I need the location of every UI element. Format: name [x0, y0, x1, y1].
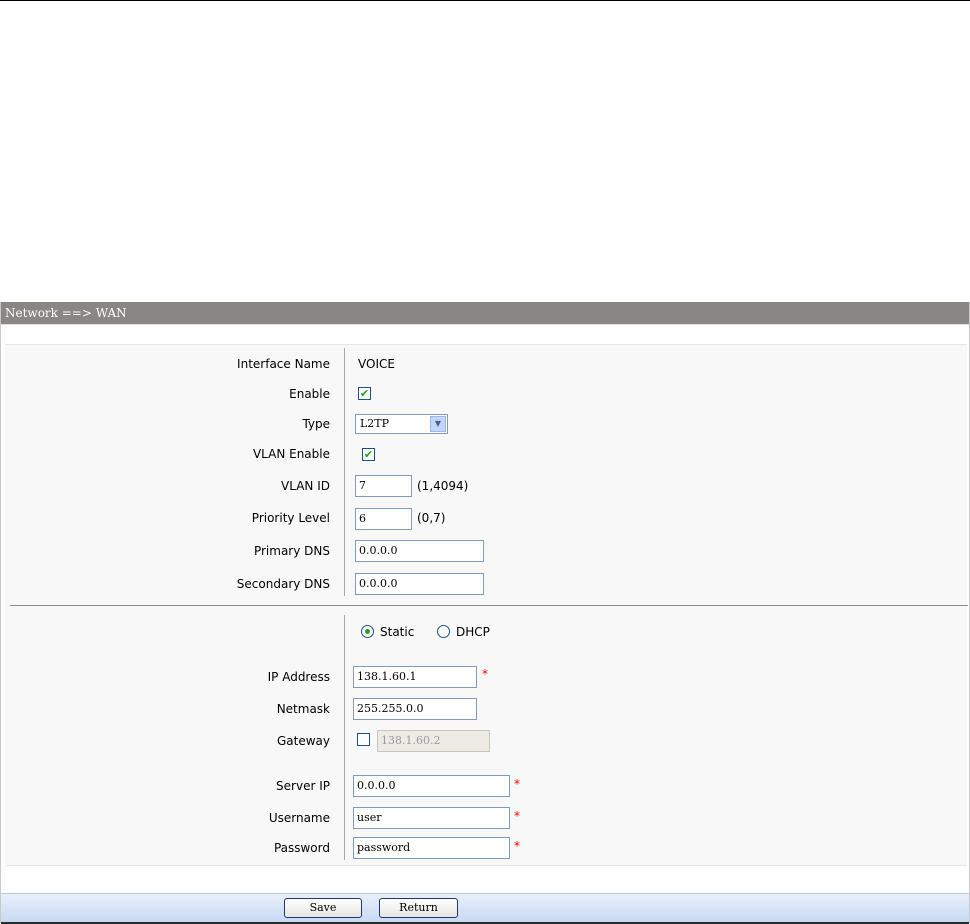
dhcp-label: DHCP: [456, 625, 490, 639]
required-mark: *: [482, 667, 488, 681]
ip-address-label: IP Address: [267, 670, 330, 684]
chevron-down-icon[interactable]: ▼: [430, 416, 446, 432]
priority-level-input[interactable]: 6: [355, 508, 412, 530]
top-rule: [0, 0, 970, 1]
column-divider-bottom: [344, 615, 345, 860]
username-label: Username: [268, 811, 330, 825]
required-mark: *: [514, 809, 520, 823]
type-select[interactable]: L2TP ▼: [355, 414, 448, 434]
dhcp-radio[interactable]: [437, 625, 450, 638]
gateway-input[interactable]: 138.1.60.2: [377, 730, 490, 752]
primary-dns-input[interactable]: 0.0.0.0: [355, 540, 484, 562]
type-select-value: L2TP: [360, 417, 390, 430]
vlan-id-label: VLAN ID: [281, 479, 330, 493]
wan-config-panel: Network ==> WAN Interface Name VOICE Ena…: [0, 302, 970, 924]
required-mark: *: [514, 839, 520, 853]
secondary-dns-input[interactable]: 0.0.0.0: [355, 573, 484, 595]
vlan-enable-checkbox[interactable]: ✔: [362, 448, 375, 461]
server-ip-label: Server IP: [276, 779, 330, 793]
type-label: Type: [302, 417, 330, 431]
static-radio[interactable]: [361, 625, 374, 638]
required-mark: *: [514, 777, 520, 791]
radio-selected-dot: [365, 629, 370, 634]
username-input[interactable]: user: [353, 807, 510, 829]
gateway-checkbox[interactable]: [357, 733, 370, 746]
interface-name-value: VOICE: [358, 357, 395, 371]
page-title: Network ==> WAN: [1, 302, 969, 324]
vlan-id-range: (1,4094): [417, 479, 469, 493]
save-button[interactable]: Save: [284, 898, 362, 918]
title-spacer: [1, 324, 969, 325]
priority-level-label: Priority Level: [251, 511, 330, 525]
secondary-dns-label: Secondary DNS: [236, 577, 330, 591]
password-label: Password: [273, 841, 330, 855]
column-divider-top: [344, 348, 345, 596]
section-separator: [10, 605, 968, 606]
priority-level-range: (0,7): [417, 511, 446, 525]
password-input[interactable]: password: [353, 837, 510, 859]
interface-name-label: Interface Name: [237, 357, 330, 371]
button-bar: Save Return: [1, 893, 969, 924]
netmask-label: Netmask: [276, 702, 330, 716]
primary-dns-label: Primary DNS: [253, 544, 330, 558]
return-button[interactable]: Return: [379, 898, 458, 918]
ip-address-input[interactable]: 138.1.60.1: [353, 666, 477, 688]
gateway-label: Gateway: [276, 734, 330, 748]
enable-label: Enable: [289, 387, 330, 401]
server-ip-input[interactable]: 0.0.0.0: [353, 775, 510, 797]
enable-checkbox[interactable]: ✔: [358, 387, 371, 400]
vlan-enable-label: VLAN Enable: [252, 447, 330, 461]
netmask-input[interactable]: 255.255.0.0: [353, 698, 477, 720]
vlan-id-input[interactable]: 7: [355, 475, 412, 497]
static-label: Static: [380, 625, 415, 639]
